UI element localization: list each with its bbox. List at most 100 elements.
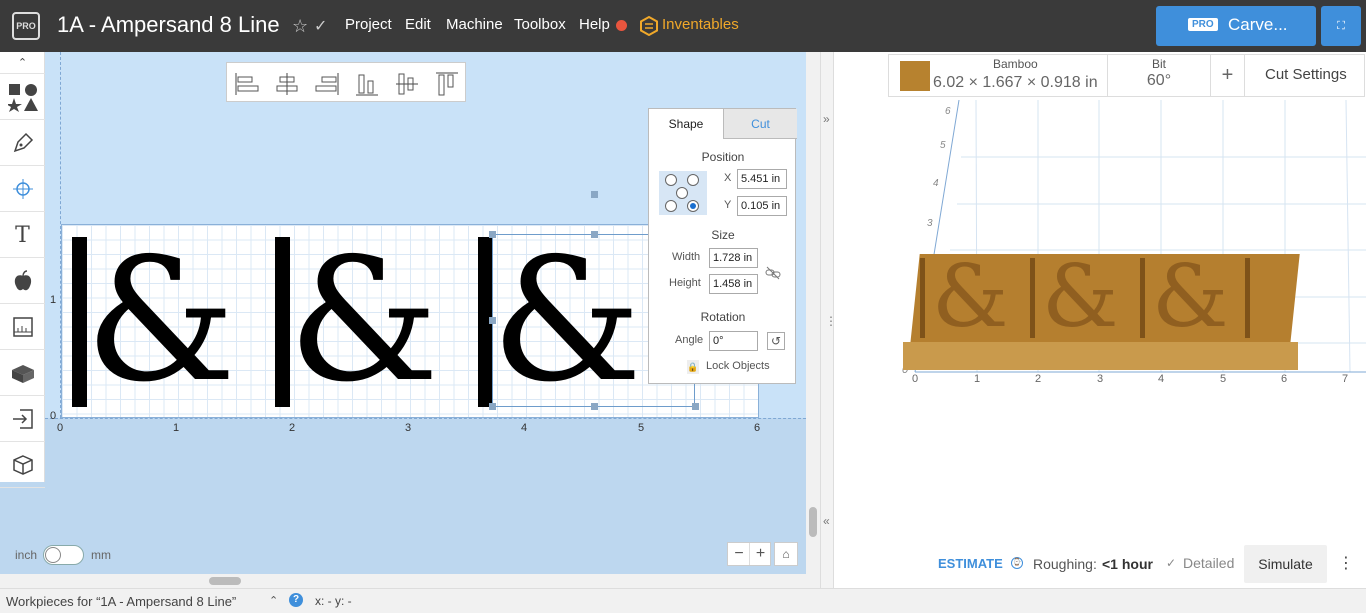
lock-objects-label[interactable]: Lock Objects (706, 360, 770, 372)
home-view-button[interactable]: ⌂ (774, 542, 798, 566)
home-icon: ⌂ (782, 547, 790, 561)
ampersand-glyph-1[interactable]: & (85, 224, 236, 418)
pen-tool[interactable] (0, 121, 45, 166)
fullscreen-button[interactable]: ⛶ (1321, 6, 1361, 46)
text-tool[interactable]: T (0, 213, 45, 258)
inventables-logo-icon[interactable] (640, 16, 658, 36)
align-bottom-icon[interactable] (354, 71, 380, 97)
align-center-v-icon[interactable] (394, 71, 420, 97)
roughing-time: <1 hour (1102, 556, 1153, 572)
workpieces-label[interactable]: Workpieces for “1A - Ampersand 8 Line” (6, 594, 236, 609)
width-input[interactable]: 1.728 in (709, 248, 758, 268)
scroll-thumb[interactable] (809, 507, 817, 537)
carve-button[interactable]: PRO Carve... (1156, 6, 1316, 46)
angle-label: Angle (675, 334, 704, 346)
material-bar: Bamboo 6.02 × 1.667 × 0.918 in Bit 60° +… (888, 54, 1365, 97)
lock-icon[interactable]: 🔒 (687, 360, 699, 374)
x-tick: 5 (638, 422, 645, 434)
anchor-center-radio[interactable] (676, 187, 688, 199)
tab-shape[interactable]: Shape (649, 109, 723, 139)
estimate-label[interactable]: ESTIMATE (938, 556, 1003, 571)
size-heading: Size (711, 228, 735, 242)
panel-divider[interactable]: » ⋮ « (820, 52, 837, 588)
material-swatch[interactable] (900, 61, 930, 91)
canvas-horizontal-scrollbar[interactable] (0, 574, 820, 588)
x-tick: 6 (754, 422, 761, 434)
3d-tool[interactable] (0, 443, 45, 488)
anchor-bottom-left-radio[interactable] (665, 200, 677, 212)
resize-handle[interactable] (489, 317, 496, 324)
clock-icon[interactable]: ⌚ (1011, 557, 1023, 569)
expand-icon: ⛶ (1337, 20, 1345, 32)
preview-x-tick: 3 (1097, 373, 1104, 385)
collapse-toolbar-button[interactable]: ⌃ (0, 52, 45, 74)
project-title[interactable]: 1A - Ampersand 8 Line (57, 12, 280, 38)
bit-selector[interactable]: Bit 60° (1107, 55, 1211, 96)
resize-handle[interactable] (489, 403, 496, 410)
zoom-out-button[interactable]: − (728, 543, 750, 565)
anchor-bottom-right-radio[interactable] (687, 200, 699, 212)
height-input[interactable]: 1.458 in (709, 274, 758, 294)
anchor-top-right-radio[interactable] (687, 174, 699, 186)
cut-settings-button[interactable]: Cut Settings (1265, 66, 1347, 83)
zoom-in-button[interactable]: + (749, 543, 771, 565)
expand-right-icon[interactable]: » (823, 112, 830, 126)
menu-edit[interactable]: Edit (405, 16, 431, 33)
menu-project[interactable]: Project (345, 16, 392, 33)
apps-tool[interactable] (0, 351, 45, 396)
unit-toggle[interactable] (43, 545, 84, 565)
anchor-top-left-radio[interactable] (665, 174, 677, 186)
unit-mm-label: mm (91, 548, 111, 562)
chevron-up-icon[interactable]: ⌃ (269, 594, 278, 607)
help-icon[interactable]: ? (289, 593, 303, 607)
x-tick: 4 (521, 422, 528, 434)
resize-handle[interactable] (489, 231, 496, 238)
resize-handle[interactable] (591, 231, 598, 238)
x-tick: 2 (289, 422, 296, 434)
angle-input[interactable]: 0° (709, 331, 758, 351)
unit-inch-label: inch (15, 548, 38, 562)
align-right-icon[interactable] (314, 71, 340, 97)
import-tool[interactable] (0, 397, 45, 442)
more-options-icon[interactable]: ⋮ (1331, 545, 1361, 583)
toggle-knob (45, 547, 61, 563)
menu-machine[interactable]: Machine (446, 16, 503, 33)
carved-ampersand-3: & (1152, 247, 1229, 347)
detailed-check-icon: ✓ (1166, 556, 1177, 570)
y-tick: 0 (50, 410, 57, 422)
pro-logo-icon[interactable]: PRO (12, 12, 40, 40)
reset-rotation-button[interactable]: ↺ (767, 332, 785, 350)
roughing-label: Roughing: (1033, 556, 1097, 572)
canvas-vertical-scrollbar[interactable] (806, 52, 820, 574)
inventables-link[interactable]: Inventables (662, 16, 739, 33)
add-bit-button[interactable]: + (1211, 55, 1245, 96)
star-icon[interactable]: ☆ (292, 16, 308, 37)
menu-toolbox[interactable]: Toolbox (514, 16, 566, 33)
y-input[interactable]: 0.105 in (737, 196, 787, 216)
material-name[interactable]: Bamboo (993, 57, 1038, 71)
preview-y-tick: 4 (933, 178, 939, 189)
text-icon: T (15, 223, 30, 248)
scroll-thumb[interactable] (209, 577, 241, 585)
point-tool[interactable] (0, 167, 45, 212)
ruler-tool[interactable] (0, 305, 45, 350)
resize-handle[interactable] (692, 403, 699, 410)
expand-left-icon[interactable]: « (823, 514, 830, 528)
material-dimensions[interactable]: 6.02 × 1.667 × 0.918 in (933, 74, 1098, 92)
shapes-tool[interactable] (0, 75, 45, 120)
menu-help[interactable]: Help (579, 16, 610, 33)
rotate-handle[interactable] (591, 191, 598, 198)
tab-cut[interactable]: Cut (723, 109, 797, 139)
simulate-button[interactable]: Simulate (1244, 545, 1327, 583)
resize-handle[interactable] (591, 403, 598, 410)
link-proportions-icon[interactable] (765, 265, 781, 281)
anchor-selector (659, 171, 707, 215)
icon-library-tool[interactable] (0, 259, 45, 304)
preview-x-tick: 7 (1342, 373, 1349, 385)
align-left-icon[interactable] (234, 71, 260, 97)
x-input[interactable]: 5.451 in (737, 169, 787, 189)
ampersand-glyph-2[interactable]: & (288, 224, 439, 418)
align-top-icon[interactable] (434, 71, 460, 97)
align-center-h-icon[interactable] (274, 71, 300, 97)
preview-x-tick: 0 (912, 373, 919, 385)
